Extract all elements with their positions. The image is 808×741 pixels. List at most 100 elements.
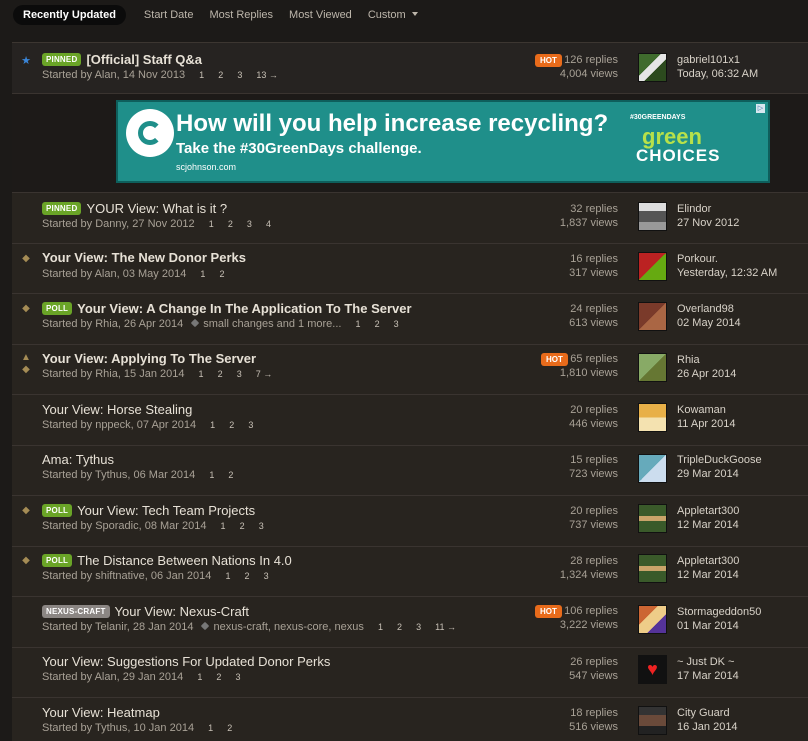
page-link[interactable]: 3: [259, 521, 264, 531]
avatar[interactable]: [638, 202, 667, 231]
avatar[interactable]: [638, 53, 667, 82]
page-link[interactable]: 1: [221, 521, 226, 531]
page-link[interactable]: 3: [237, 70, 242, 80]
tab-custom[interactable]: Custom: [368, 9, 418, 21]
page-link[interactable]: 4: [266, 219, 271, 229]
heart-avatar[interactable]: ♥: [638, 655, 667, 684]
last-poster[interactable]: TripleDuckGoose: [677, 453, 762, 467]
ad-banner[interactable]: How will you help increase recycling? Ta…: [116, 100, 770, 183]
page-link[interactable]: 3: [236, 672, 241, 682]
nexus-craft-badge[interactable]: NEXUS-CRAFT: [42, 605, 110, 618]
topic-started[interactable]: Started by Tythus, 06 Mar 2014: [42, 469, 195, 481]
topic-title[interactable]: YOUR View: What is it ?: [86, 201, 227, 216]
topic-row[interactable]: Ama: Tythus Started by Tythus, 06 Mar 20…: [12, 446, 808, 496]
page-link[interactable]: 2: [218, 70, 223, 80]
topic-title-line[interactable]: POLL Your View: A Change In The Applicati…: [42, 301, 412, 316]
page-link[interactable]: 3: [237, 369, 242, 379]
page-link[interactable]: 1: [199, 70, 204, 80]
topic-title-line[interactable]: Your View: The New Donor Perks: [42, 250, 246, 265]
topic-started[interactable]: Started by Sporadic, 08 Mar 2014: [42, 520, 206, 532]
last-poster[interactable]: gabriel101x1: [677, 53, 758, 67]
last-post-time[interactable]: 11 Apr 2014: [677, 417, 736, 431]
page-link[interactable]: 7 →: [256, 369, 273, 379]
topic-row[interactable]: ◆ POLL Your View: A Change In The Applica…: [12, 294, 808, 345]
page-link[interactable]: 2: [229, 420, 234, 430]
topic-title[interactable]: Your View: Tech Team Projects: [77, 503, 255, 518]
topic-started[interactable]: Started by Alan, 03 May 2014: [42, 268, 186, 280]
topic-title-line[interactable]: Your View: Horse Stealing: [42, 402, 192, 417]
page-link[interactable]: 2: [375, 319, 380, 329]
topic-title[interactable]: Your View: Applying To The Server: [42, 351, 256, 366]
tab-most-replies[interactable]: Most Replies: [209, 9, 273, 21]
topic-title[interactable]: Your View: Heatmap: [42, 705, 160, 720]
topic-title[interactable]: Your View: The New Donor Perks: [42, 250, 246, 265]
last-post-time[interactable]: 27 Nov 2012: [677, 216, 739, 230]
page-link[interactable]: 13 →: [256, 70, 278, 80]
topic-row[interactable]: ★ PINNED [Official] Staff Q&a Started by …: [12, 43, 808, 94]
topic-title[interactable]: Your View: Horse Stealing: [42, 402, 192, 417]
topic-title-line[interactable]: Your View: Suggestions For Updated Donor…: [42, 654, 330, 669]
last-post-time[interactable]: 02 May 2014: [677, 316, 741, 330]
topic-row[interactable]: Your View: Suggestions For Updated Donor…: [12, 648, 808, 698]
topic-row[interactable]: PINNED YOUR View: What is it ? Started by…: [12, 193, 808, 244]
topic-started[interactable]: Started by nppeck, 07 Apr 2014: [42, 419, 196, 431]
topic-started[interactable]: Started by Rhia, 15 Jan 2014: [42, 368, 184, 380]
page-link[interactable]: 2: [245, 571, 250, 581]
avatar[interactable]: [638, 504, 667, 533]
last-poster[interactable]: ~ Just DK ~: [677, 655, 739, 669]
avatar[interactable]: [638, 605, 667, 634]
last-poster[interactable]: Overland98: [677, 302, 741, 316]
page-link[interactable]: 2: [397, 622, 402, 632]
page-link[interactable]: 1: [209, 219, 214, 229]
page-link[interactable]: 3: [248, 420, 253, 430]
page-link[interactable]: 3: [247, 219, 252, 229]
topic-row[interactable]: ◆ POLL Your View: Tech Team Projects Star…: [12, 496, 808, 547]
page-link[interactable]: 2: [227, 723, 232, 733]
last-post-time[interactable]: 12 Mar 2014: [677, 518, 739, 532]
topic-started[interactable]: Started by Danny, 27 Nov 2012: [42, 218, 195, 230]
tab-recently-updated[interactable]: Recently Updated: [13, 5, 126, 25]
page-link[interactable]: 1: [225, 571, 230, 581]
last-poster[interactable]: Appletart300: [677, 554, 739, 568]
last-post-time[interactable]: Today, 06:32 AM: [677, 67, 758, 81]
topic-title[interactable]: Your View: Suggestions For Updated Donor…: [42, 654, 330, 669]
topic-title[interactable]: Your View: A Change In The Application T…: [77, 301, 411, 316]
page-link[interactable]: 3: [394, 319, 399, 329]
topic-title-line[interactable]: PINNED YOUR View: What is it ?: [42, 201, 227, 216]
topic-started[interactable]: Started by Alan, 14 Nov 2013: [42, 69, 185, 81]
avatar[interactable]: [638, 353, 667, 382]
last-post-time[interactable]: 12 Mar 2014: [677, 568, 739, 582]
last-post-time[interactable]: 16 Jan 2014: [677, 720, 738, 734]
page-link[interactable]: 1: [356, 319, 361, 329]
topic-tags[interactable]: nexus-craft, nexus-core, nexus: [213, 621, 363, 633]
topic-title[interactable]: [Official] Staff Q&a: [86, 52, 202, 67]
topic-started[interactable]: Started by Tythus, 10 Jan 2014: [42, 722, 194, 734]
page-link[interactable]: 2: [240, 521, 245, 531]
topic-title[interactable]: Ama: Tythus: [42, 452, 114, 467]
avatar[interactable]: [638, 252, 667, 281]
last-post-time[interactable]: 29 Mar 2014: [677, 467, 762, 481]
topic-row[interactable]: ▲ ◆ Your View: Applying To The Server St…: [12, 345, 808, 395]
page-link[interactable]: 1: [209, 470, 214, 480]
last-post-time[interactable]: 17 Mar 2014: [677, 669, 739, 683]
topic-started[interactable]: Started by Rhia, 26 Apr 2014: [42, 318, 183, 330]
topic-row[interactable]: NEXUS-CRAFT Your View: Nexus-Craft Starte…: [12, 597, 808, 648]
last-poster[interactable]: Stormageddon50: [677, 605, 761, 619]
page-link[interactable]: 3: [264, 571, 269, 581]
topic-title[interactable]: The Distance Between Nations In 4.0: [77, 553, 292, 568]
page-link[interactable]: 1: [378, 622, 383, 632]
topic-title[interactable]: Your View: Nexus-Craft: [115, 604, 249, 619]
topic-started[interactable]: Started by Telanir, 28 Jan 2014: [42, 621, 193, 633]
page-link[interactable]: 3: [416, 622, 421, 632]
last-poster[interactable]: City Guard: [677, 706, 738, 720]
last-poster[interactable]: Elindor: [677, 202, 739, 216]
last-poster[interactable]: Porkour.: [677, 252, 777, 266]
last-poster[interactable]: Kowaman: [677, 403, 736, 417]
topic-title-line[interactable]: NEXUS-CRAFT Your View: Nexus-Craft: [42, 604, 249, 619]
topic-title-line[interactable]: Your View: Heatmap: [42, 705, 160, 720]
adchoices-icon[interactable]: ▷: [756, 104, 765, 113]
topic-started[interactable]: Started by Alan, 29 Jan 2014: [42, 671, 183, 683]
topic-title-line[interactable]: POLL Your View: Tech Team Projects: [42, 503, 255, 518]
avatar[interactable]: [638, 706, 667, 735]
last-post-time[interactable]: 26 Apr 2014: [677, 367, 736, 381]
